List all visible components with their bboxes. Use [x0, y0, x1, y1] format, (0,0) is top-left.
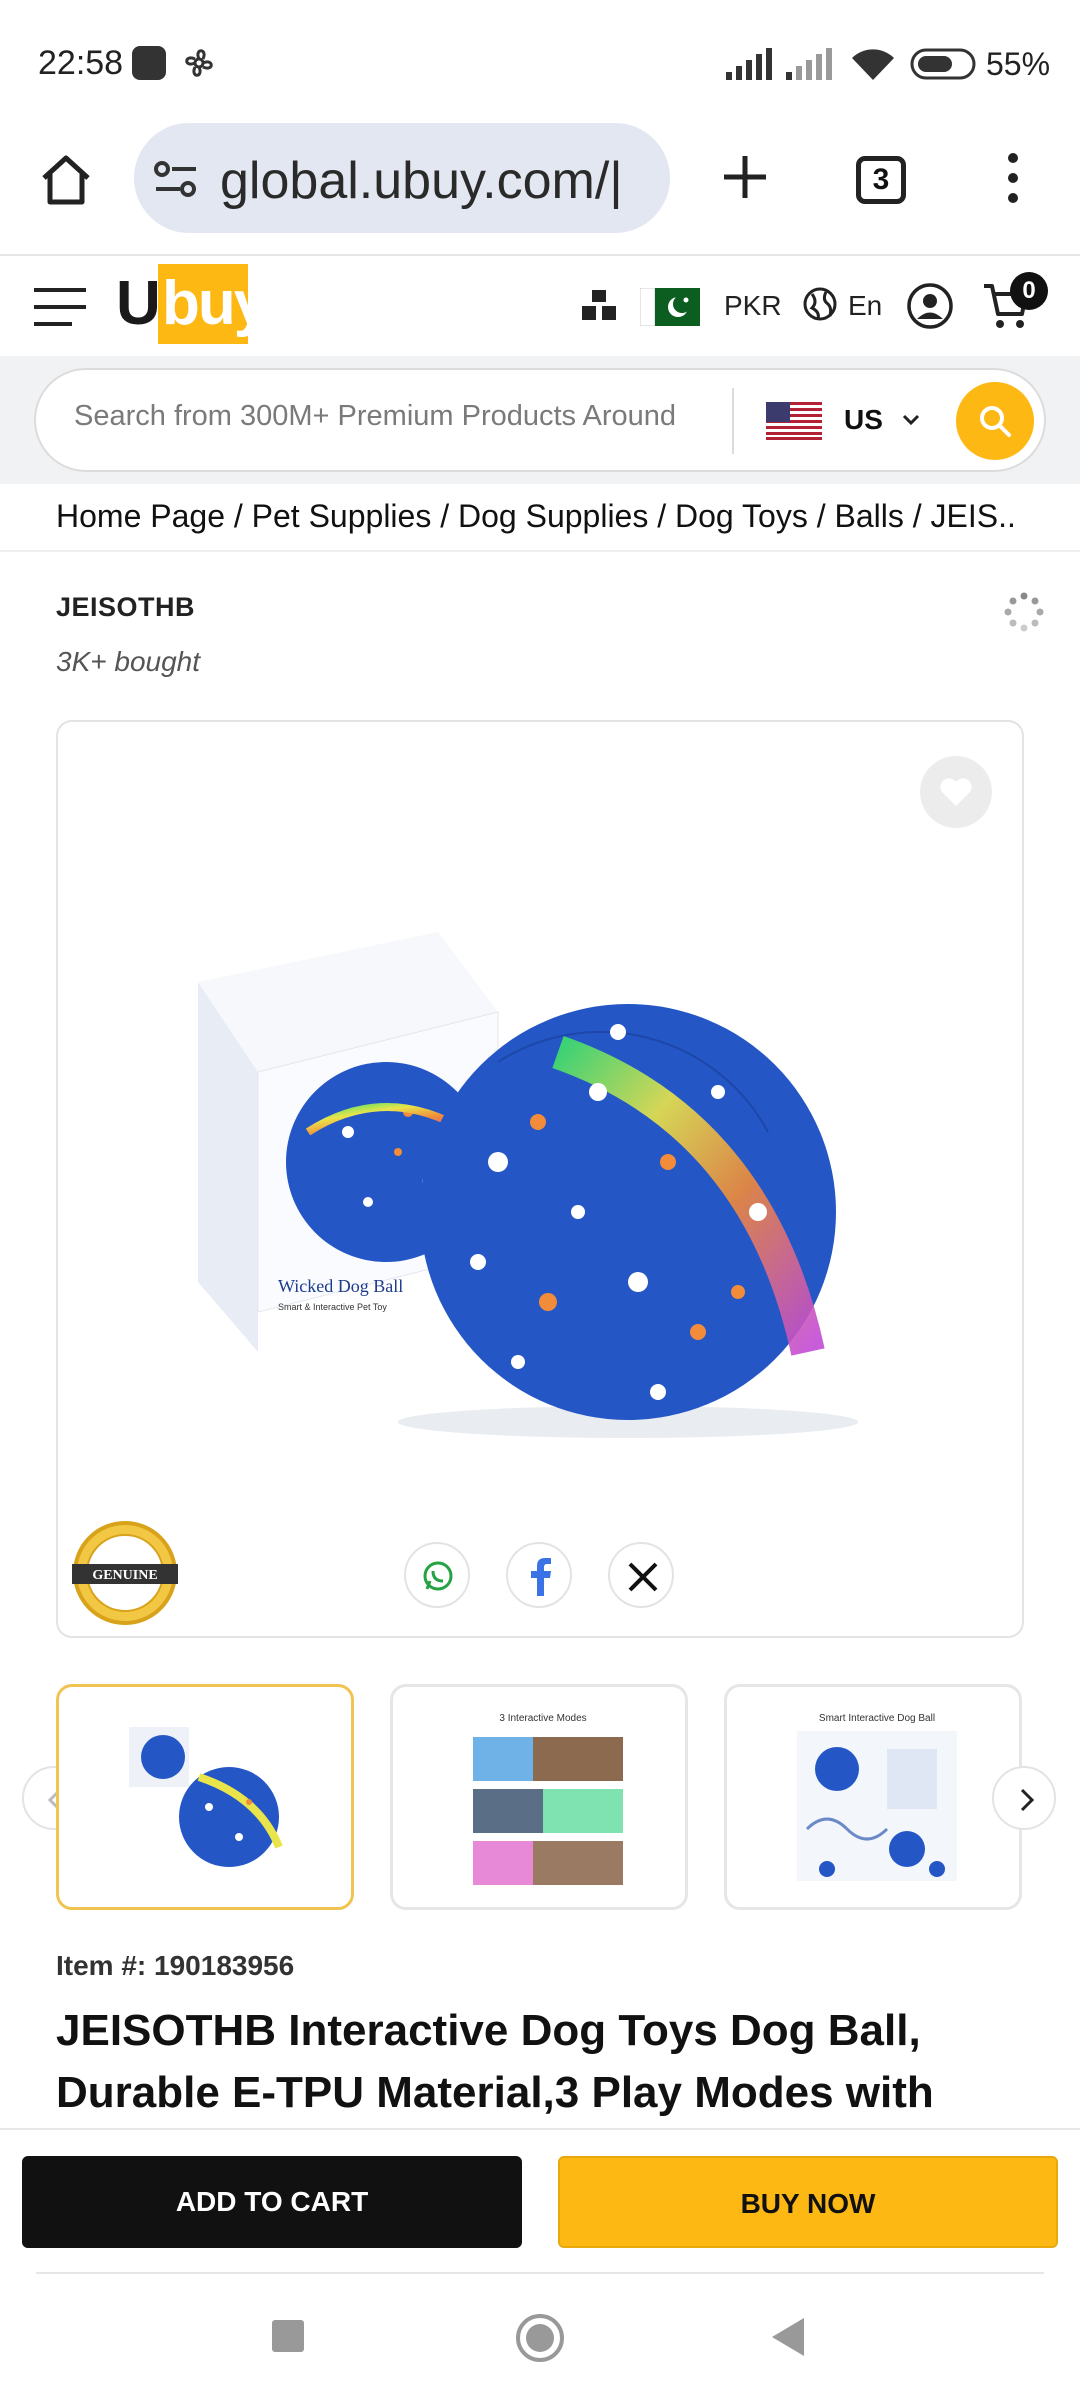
- facebook-share-button[interactable]: [506, 1542, 572, 1608]
- recents-icon[interactable]: [270, 2318, 306, 2354]
- whatsapp-icon: [423, 1561, 453, 1591]
- search-box: Search from 300M+ Premium Products Aroun…: [34, 368, 1046, 472]
- chevron-down-icon[interactable]: [902, 414, 920, 426]
- ubuy-logo[interactable]: U buy: [116, 264, 268, 344]
- add-to-cart-button[interactable]: ADD TO CART: [22, 2156, 522, 2248]
- notification-icon: [132, 46, 166, 80]
- pakistan-flag-icon[interactable]: [640, 288, 700, 326]
- site-header: U buy PKR En 0: [0, 258, 1080, 356]
- facebook-icon: [531, 1558, 551, 1596]
- search-divider: [732, 388, 734, 454]
- home-icon[interactable]: [36, 150, 96, 210]
- new-tab-icon[interactable]: [718, 150, 772, 204]
- currency-label[interactable]: PKR: [724, 290, 782, 322]
- product-image[interactable]: Wicked Dog Ball Smart & Interactive Pet …: [198, 832, 938, 1452]
- status-time: 22:58: [38, 44, 124, 82]
- more-menu-icon[interactable]: [998, 150, 1028, 210]
- thumbnail-image: 3 Interactive Modes: [473, 1713, 623, 1885]
- country-selector[interactable]: US: [844, 404, 883, 436]
- fan-icon: [185, 49, 213, 77]
- language-label[interactable]: En: [848, 290, 882, 322]
- divider: [36, 2272, 1044, 2274]
- site-settings-icon[interactable]: [152, 159, 200, 199]
- cart-count-badge: 0: [1010, 272, 1048, 310]
- tab-switcher-button[interactable]: 3: [856, 156, 906, 204]
- bought-count: 3K+ bought: [56, 646, 201, 677]
- url-text[interactable]: global.ubuy.com/|: [220, 151, 660, 211]
- purchase-action-bar: ADD TO CART BUY NOW: [0, 2128, 1080, 2272]
- search-input[interactable]: Search from 300M+ Premium Products Aroun…: [74, 400, 744, 433]
- buy-now-button[interactable]: BUY NOW: [558, 2156, 1058, 2248]
- loading-spinner-icon: [1004, 592, 1044, 632]
- search-button[interactable]: [956, 382, 1034, 460]
- box-title: Wicked Dog Ball: [278, 1276, 403, 1296]
- svg-text:3 Interactive Modes: 3 Interactive Modes: [499, 1713, 586, 1724]
- thumb-next-button[interactable]: [992, 1766, 1056, 1830]
- back-icon[interactable]: [770, 2316, 806, 2358]
- thumbnail-image: Smart Interactive Dog Ball: [797, 1713, 957, 1881]
- svg-text:GENUINE: GENUINE: [92, 1568, 157, 1583]
- chevron-right-icon: [1020, 1788, 1035, 1812]
- thumbnail-image: [129, 1727, 283, 1867]
- battery-icon: [910, 48, 976, 80]
- status-bar: 22:58 55%: [0, 0, 1080, 120]
- item-number: Item #: 190183956: [56, 1950, 295, 1981]
- address-bar[interactable]: global.ubuy.com/|: [134, 123, 670, 233]
- home-nav-icon[interactable]: [514, 2312, 566, 2364]
- svg-text:Smart Interactive Dog Ball: Smart Interactive Dog Ball: [819, 1713, 935, 1724]
- wishlist-button[interactable]: [920, 756, 992, 828]
- heart-icon: [940, 778, 972, 806]
- thumbnail-2[interactable]: 3 Interactive Modes: [390, 1684, 688, 1910]
- genuine-badge: GENUINE: [72, 1521, 178, 1625]
- system-navigation-bar: [0, 2272, 1080, 2400]
- globe-icon[interactable]: [802, 286, 838, 322]
- us-flag-icon[interactable]: [766, 402, 822, 440]
- search-icon: [980, 406, 1011, 437]
- battery-percent: 55%: [986, 46, 1051, 82]
- wifi-icon: [852, 49, 894, 80]
- hamburger-menu-icon[interactable]: [32, 286, 88, 328]
- account-icon[interactable]: [906, 282, 954, 330]
- divider: [0, 550, 1080, 552]
- warehouse-icon[interactable]: [580, 288, 618, 324]
- product-title: JEISOTHB Interactive Dog Toys Dog Ball, …: [56, 2006, 934, 2117]
- x-icon: [628, 1562, 658, 1592]
- box-subtitle: Smart & Interactive Pet Toy: [278, 1302, 387, 1312]
- thumbnail-1[interactable]: [56, 1684, 354, 1910]
- brand-name[interactable]: JEISOTHB: [56, 592, 195, 623]
- product-image-card: Wicked Dog Ball Smart & Interactive Pet …: [56, 720, 1024, 1638]
- x-share-button[interactable]: [608, 1542, 674, 1608]
- signal-icon: [726, 48, 832, 80]
- browser-toolbar: global.ubuy.com/| 3: [0, 120, 1080, 256]
- search-section: Search from 300M+ Premium Products Aroun…: [0, 356, 1080, 484]
- thumbnail-3[interactable]: Smart Interactive Dog Ball: [724, 1684, 1022, 1910]
- breadcrumb[interactable]: Home Page / Pet Supplies / Dog Supplies …: [56, 498, 1016, 535]
- whatsapp-share-button[interactable]: [404, 1542, 470, 1608]
